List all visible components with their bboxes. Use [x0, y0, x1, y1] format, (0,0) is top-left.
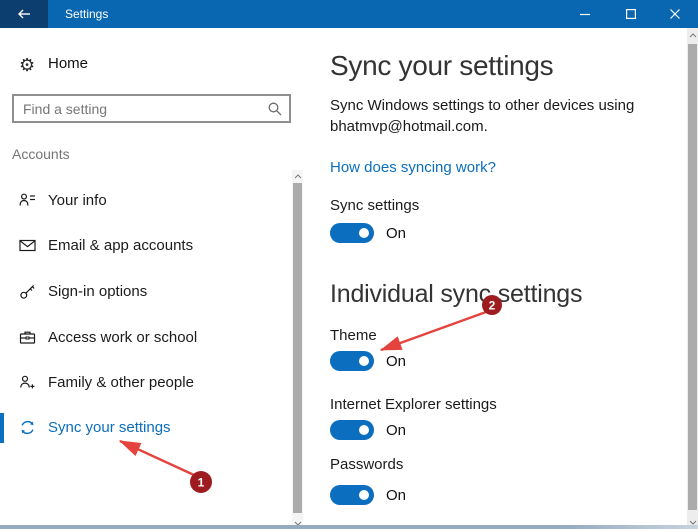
window-bottom-edge [0, 525, 698, 529]
sidebar-item-access-work-school[interactable]: Access work or school [0, 323, 290, 353]
internet-explorer-settings-toggle[interactable] [330, 420, 374, 440]
selected-item-accent-bar [0, 413, 4, 443]
sidebar-scrollbar [292, 170, 303, 529]
toggle-knob [359, 425, 369, 435]
sidebar-item-home[interactable]: ⚙ Home [0, 50, 290, 80]
sync-settings-state: On [386, 225, 406, 242]
minimize-button[interactable] [562, 0, 608, 28]
sidebar-item-label: Email & app accounts [48, 237, 193, 254]
passwords-label: Passwords [330, 456, 403, 473]
titlebar: Settings [0, 0, 698, 28]
contact-icon [19, 192, 36, 209]
scroll-up-arrow[interactable] [293, 171, 302, 181]
section-title: Individual sync settings [330, 280, 582, 309]
content-scrollbar-thumb[interactable] [688, 44, 697, 510]
search-input[interactable] [14, 96, 289, 121]
theme-state: On [386, 353, 406, 370]
sidebar-item-sign-in-options[interactable]: Sign-in options [0, 277, 290, 307]
sidebar-item-your-info[interactable]: Your info [0, 186, 290, 216]
left-arrow-icon [16, 7, 32, 21]
toggle-knob [359, 356, 369, 366]
maximize-button[interactable] [608, 0, 654, 28]
sidebar-item-label: Sign-in options [48, 283, 147, 300]
page-title: Sync your settings [330, 50, 553, 82]
passwords-state: On [386, 487, 406, 504]
theme-toggle[interactable] [330, 351, 374, 371]
toggle-knob [359, 228, 369, 238]
gear-icon: ⚙ [19, 54, 35, 76]
maximize-icon [626, 9, 636, 19]
key-icon [19, 283, 36, 300]
settings-window: Settings ⚙ Home [0, 0, 698, 529]
sync-settings-label: Sync settings [330, 197, 419, 214]
toggle-knob [359, 490, 369, 500]
minimize-icon [580, 9, 590, 19]
search-box [12, 94, 291, 123]
back-button[interactable] [0, 0, 48, 28]
window-title: Settings [65, 0, 108, 28]
close-button[interactable] [652, 0, 698, 28]
sidebar-item-sync-your-settings[interactable]: Sync your settings [0, 413, 290, 443]
internet-explorer-settings-state: On [386, 422, 406, 439]
internet-explorer-settings-label: Internet Explorer settings [330, 396, 497, 413]
passwords-toggle[interactable] [330, 485, 374, 505]
how-does-syncing-work-link[interactable]: How does syncing work? [330, 159, 496, 176]
sidebar-item-label: Sync your settings [48, 419, 171, 436]
sidebar-scrollbar-thumb[interactable] [293, 183, 302, 513]
briefcase-icon [19, 329, 36, 346]
theme-label: Theme [330, 327, 377, 344]
add-person-icon [19, 374, 36, 391]
sidebar-item-family-other-people[interactable]: Family & other people [0, 368, 290, 398]
sidebar-section-accounts: Accounts [12, 146, 70, 162]
sync-icon [19, 419, 36, 436]
content-scrollbar [687, 28, 698, 529]
sidebar-item-email-accounts[interactable]: Email & app accounts [0, 231, 290, 261]
sidebar-item-label: Access work or school [48, 329, 197, 346]
scroll-up-arrow[interactable] [688, 30, 697, 40]
sidebar-item-label: Family & other people [48, 374, 194, 391]
sync-description: Sync Windows settings to other devices u… [330, 95, 666, 137]
home-label: Home [48, 55, 88, 72]
close-icon [670, 9, 680, 19]
sidebar-item-label: Your info [48, 192, 107, 209]
sync-settings-toggle[interactable] [330, 223, 374, 243]
content-pane: Sync your settings Sync Windows settings… [310, 28, 687, 529]
search-icon [267, 101, 283, 122]
email-icon [19, 237, 36, 254]
sidebar: ⚙ Home Accounts Your inf [0, 28, 310, 529]
